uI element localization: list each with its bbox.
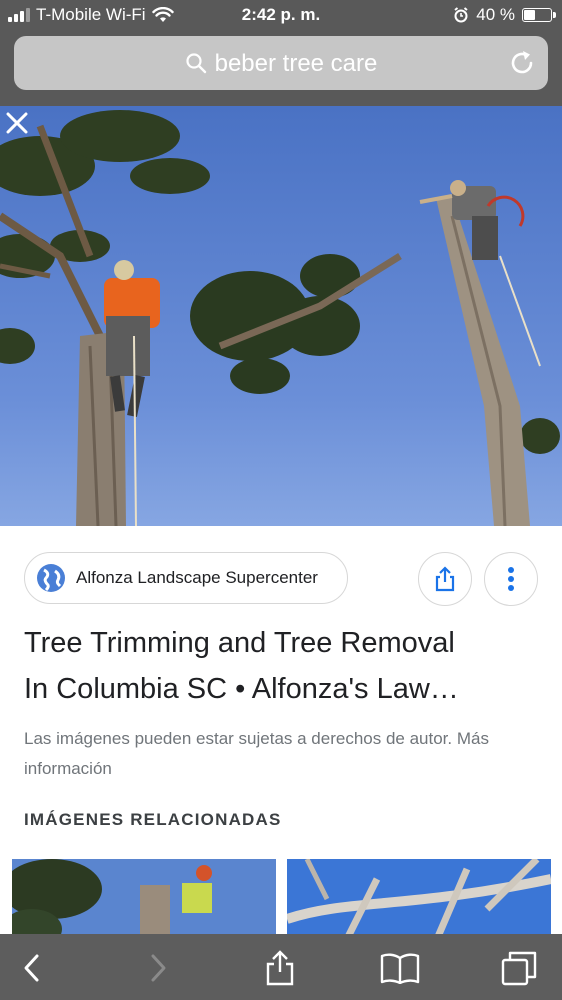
share-icon — [266, 950, 294, 986]
result-image — [0, 106, 562, 526]
result-title-line-1: Tree Trimming and Tree Removal — [24, 627, 455, 659]
result-title[interactable]: Tree Trimming and Tree Removal In Columb… — [24, 620, 544, 712]
url-query-text: beber tree care — [214, 50, 378, 77]
browser-toolbar — [0, 934, 562, 1000]
url-query-group[interactable]: beber tree care — [14, 50, 548, 78]
forward-button[interactable] — [136, 948, 180, 988]
related-thumbnail-1-picture — [12, 859, 212, 939]
bookmarks-icon — [380, 953, 420, 984]
reload-icon[interactable] — [510, 49, 536, 77]
status-right: 40 % — [453, 5, 556, 25]
battery-icon — [522, 8, 556, 22]
share-button[interactable] — [418, 552, 472, 606]
back-icon — [24, 954, 39, 982]
browser-chrome: T-Mobile Wi-Fi 2:42 p. m. 40 % beber tre… — [0, 0, 562, 106]
more-vert-icon — [508, 567, 514, 591]
close-icon[interactable] — [0, 106, 34, 140]
share-icon — [435, 566, 455, 592]
bookmarks-button[interactable] — [378, 948, 422, 988]
source-site-name: Alfonza Landscape Supercenter — [76, 568, 318, 587]
share-toolbar-button[interactable] — [258, 948, 302, 988]
back-button[interactable] — [10, 948, 54, 988]
related-image-thumbnail[interactable] — [12, 859, 276, 939]
related-image-thumbnail[interactable] — [287, 859, 551, 939]
search-icon — [186, 53, 206, 74]
tree-climbers-illustration — [0, 110, 560, 526]
globe-icon — [37, 564, 65, 592]
source-site-chip[interactable]: Alfonza Landscape Supercenter — [24, 552, 348, 604]
forward-icon — [151, 954, 166, 982]
copyright-notice: Las imágenes pueden estar sujetas a dere… — [24, 729, 489, 778]
related-images-heading: IMÁGENES RELACIONADAS — [24, 810, 282, 829]
status-bar: T-Mobile Wi-Fi 2:42 p. m. 40 % — [0, 0, 562, 32]
url-bar[interactable]: beber tree care — [14, 36, 548, 90]
result-title-line-2: In Columbia SC • Alfonza's Law… — [24, 673, 459, 705]
tabs-button[interactable] — [497, 948, 541, 988]
related-thumbnail-2-picture — [287, 859, 551, 939]
result-details-panel: Alfonza Landscape Supercenter Tree Trimm… — [0, 528, 562, 939]
battery-percent: 40 % — [476, 5, 515, 24]
alarm-icon — [454, 7, 468, 23]
tabs-icon — [501, 951, 537, 986]
more-options-button[interactable] — [484, 552, 538, 606]
